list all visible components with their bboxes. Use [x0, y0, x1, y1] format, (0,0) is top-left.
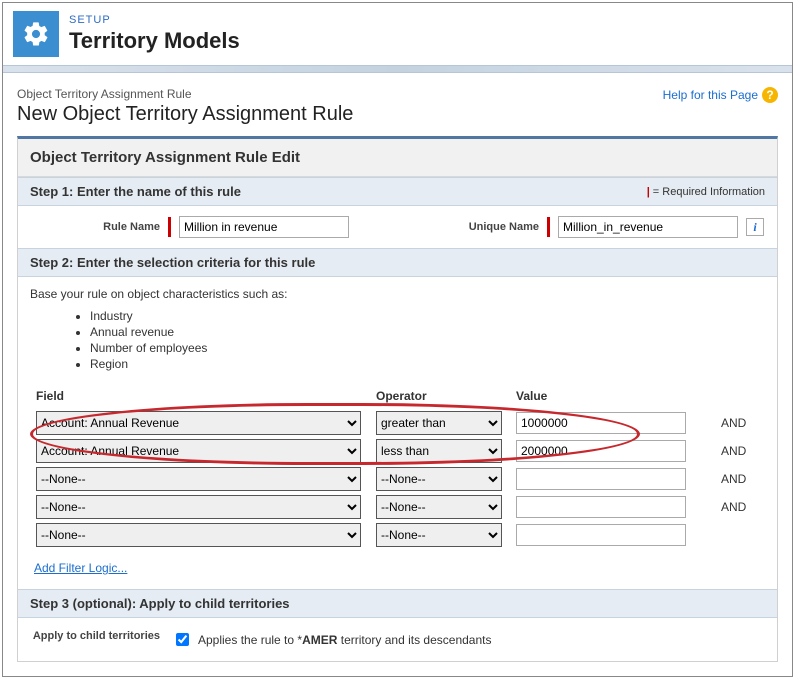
help-link-text: Help for this Page	[663, 88, 758, 102]
criteria-row: --None-- --None-- AND	[30, 495, 765, 519]
col-field: Field	[30, 389, 370, 407]
panel-title: Object Territory Assignment Rule Edit	[18, 139, 777, 177]
step2-bar: Step 2: Enter the selection criteria for…	[18, 248, 777, 277]
criteria-table: Field Operator Value Account: Annual Rev…	[30, 385, 765, 551]
criteria-row: Account: Annual Revenue less than AND	[30, 439, 765, 463]
step1-bar: Step 1: Enter the name of this rule |= R…	[18, 177, 777, 206]
and-label: AND	[715, 495, 765, 519]
rule-name-input[interactable]	[179, 216, 349, 238]
col-operator: Operator	[370, 389, 510, 407]
and-label: AND	[715, 411, 765, 435]
setup-label: SETUP	[69, 14, 240, 26]
required-indicator	[168, 217, 171, 237]
criteria-row: --None-- --None--	[30, 523, 765, 547]
value-input[interactable]	[516, 524, 686, 546]
list-item: Region	[90, 357, 765, 371]
operator-select[interactable]: less than	[376, 439, 502, 463]
and-label: AND	[715, 467, 765, 491]
page-title: Territory Models	[69, 28, 240, 54]
criteria-rows: Account: Annual Revenuegreater thanANDAc…	[30, 411, 765, 547]
required-info: = Required Information	[653, 186, 765, 198]
operator-select[interactable]: --None--	[376, 495, 502, 519]
list-item: Annual revenue	[90, 325, 765, 339]
list-item: Industry	[90, 309, 765, 323]
apply-rule-text: Applies the rule to *AMER territory and …	[198, 633, 491, 647]
info-icon[interactable]: i	[746, 218, 764, 236]
criteria-row: --None-- --None-- AND	[30, 467, 765, 491]
and-label	[715, 523, 765, 547]
field-select[interactable]: --None--	[36, 523, 361, 547]
operator-select[interactable]: --None--	[376, 523, 502, 547]
gear-icon	[13, 11, 59, 57]
value-input[interactable]	[516, 496, 686, 518]
operator-select[interactable]: greater than	[376, 411, 502, 435]
col-value: Value	[510, 389, 715, 407]
apply-to-child-label: Apply to child territories	[30, 630, 160, 643]
unique-name-input[interactable]	[558, 216, 738, 238]
value-input[interactable]	[516, 412, 686, 434]
rule-name-label: Rule Name	[30, 221, 160, 233]
breadcrumb: Object Territory Assignment Rule	[17, 87, 353, 101]
list-item: Number of employees	[90, 341, 765, 355]
and-label: AND	[715, 439, 765, 463]
step3-title: Step 3 (optional): Apply to child territ…	[30, 596, 290, 611]
add-filter-logic-link[interactable]: Add Filter Logic...	[34, 561, 127, 575]
decorative-bar	[3, 65, 792, 73]
step2-title: Step 2: Enter the selection criteria for…	[30, 255, 315, 270]
help-link[interactable]: Help for this Page ?	[663, 87, 778, 103]
unique-name-label: Unique Name	[439, 221, 539, 233]
page-subtitle: New Object Territory Assignment Rule	[17, 103, 353, 126]
field-select[interactable]: Account: Annual Revenue	[36, 439, 361, 463]
help-icon: ?	[762, 87, 778, 103]
value-input[interactable]	[516, 440, 686, 462]
step2-hint: Base your rule on object characteristics…	[30, 287, 765, 301]
required-indicator	[547, 217, 550, 237]
characteristics-list: Industry Annual revenue Number of employee…	[90, 309, 765, 371]
apply-to-child-checkbox[interactable]	[176, 633, 189, 646]
field-select[interactable]: --None--	[36, 467, 361, 491]
step1-title: Step 1: Enter the name of this rule	[30, 184, 241, 199]
step3-bar: Step 3 (optional): Apply to child territ…	[18, 589, 777, 618]
operator-select[interactable]: --None--	[376, 467, 502, 491]
criteria-row: Account: Annual Revenue greater than AND	[30, 411, 765, 435]
value-input[interactable]	[516, 468, 686, 490]
field-select[interactable]: --None--	[36, 495, 361, 519]
field-select[interactable]: Account: Annual Revenue	[36, 411, 361, 435]
